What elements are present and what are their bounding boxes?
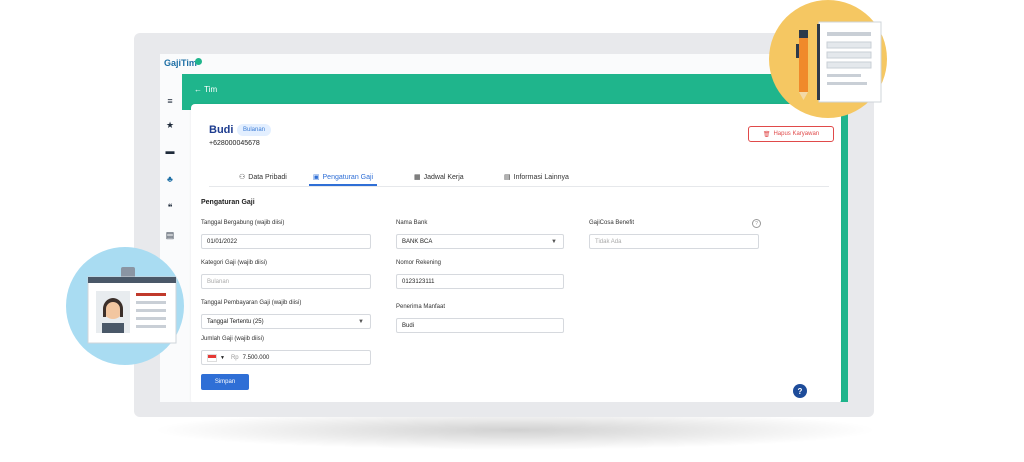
employee-name: Budi xyxy=(209,124,234,136)
clipboard-icon xyxy=(796,21,882,103)
salary-category-field[interactable]: Bulanan xyxy=(201,274,371,289)
calendar-icon: ▦ xyxy=(414,174,421,181)
menu-icon[interactable]: ≡ xyxy=(165,96,175,106)
delete-employee-button[interactable]: 🗑 Hapus Karyawan xyxy=(748,126,834,142)
employee-phone: +628000045678 xyxy=(209,140,260,147)
user-icon: ⚇ xyxy=(239,174,246,181)
bank-name-label: Nama Bank xyxy=(396,220,428,226)
app-screen: GajiTim ≡ ★ ▬ ♣ ❝ ▤ ← Tim Budi Bulanan +… xyxy=(160,54,848,402)
salary-icon: ▣ xyxy=(312,174,320,181)
star-icon[interactable]: ★ xyxy=(165,120,175,130)
pay-date-select[interactable]: Tanggal Tertentu (25) ▼ xyxy=(201,314,371,329)
chat-icon[interactable]: ❝ xyxy=(165,202,175,212)
tab-salary-settings[interactable]: ▣ Pengaturan Gaji xyxy=(309,170,377,186)
chevron-down-icon: ▼ xyxy=(358,319,364,325)
tab-work-schedule[interactable]: ▦ Jadwal Kerja xyxy=(414,170,464,184)
salary-amount-label: Jumlah Gaji (wajib diisi) xyxy=(201,336,265,342)
pay-date-label: Tanggal Pembayaran Gaji (wajib diisi) xyxy=(201,300,302,306)
tab-personal-data[interactable]: ⚇ Data Pribadi xyxy=(239,170,287,184)
document-icon[interactable]: ▤ xyxy=(165,230,175,240)
tab-bar: ⚇ Data Pribadi ▣ Pengaturan Gaji ▦ Jadwal K… xyxy=(209,170,829,187)
gajicosa-field[interactable]: Tidak Ada xyxy=(589,234,759,249)
app-logo: GajiTim xyxy=(164,58,202,68)
help-icon[interactable]: ? xyxy=(752,219,761,228)
flag-icon xyxy=(207,353,217,362)
wallet-icon[interactable]: ▬ xyxy=(165,146,175,156)
info-icon: ▤ xyxy=(504,174,511,181)
save-button[interactable]: Simpan xyxy=(201,374,249,390)
id-card-icon xyxy=(87,267,177,344)
employee-card: Budi Bulanan +628000045678 🗑 Hapus Karyaw… xyxy=(191,104,841,402)
beneficiary-field[interactable]: Budi xyxy=(396,318,564,333)
chevron-down-icon[interactable]: ▼ xyxy=(220,355,225,361)
logo-dot-icon xyxy=(194,58,202,65)
account-number-field[interactable]: 0123123111 xyxy=(396,274,564,289)
tab-other-info[interactable]: ▤ Informasi Lainnya xyxy=(504,170,569,184)
back-button[interactable]: ← Tim xyxy=(194,85,217,94)
id-card-illustration xyxy=(66,247,184,365)
beneficiary-label: Penerima Manfaat xyxy=(396,304,446,310)
document-illustration xyxy=(769,0,887,118)
section-title: Pengaturan Gaji xyxy=(201,199,255,206)
help-chat-button[interactable]: ? xyxy=(793,384,807,398)
trash-icon: 🗑 xyxy=(762,131,771,138)
bank-name-select[interactable]: BANK BCA ▼ xyxy=(396,234,564,249)
join-date-field[interactable]: 01/01/2022 xyxy=(201,234,371,249)
gajicosa-label: GajiCosa Benefit xyxy=(589,220,635,226)
account-number-label: Nomor Rekening xyxy=(396,260,442,266)
salary-category-label: Kategori Gaji (wajib diisi) xyxy=(201,260,268,266)
header-accent xyxy=(840,74,848,402)
salary-amount-field[interactable]: ▼ Rp 7.500.000 xyxy=(201,350,371,365)
team-icon[interactable]: ♣ xyxy=(165,174,175,184)
chevron-down-icon: ▼ xyxy=(551,239,557,245)
join-date-label: Tanggal Bergabung (wajib diisi) xyxy=(201,220,285,226)
status-badge: Bulanan xyxy=(237,124,272,136)
